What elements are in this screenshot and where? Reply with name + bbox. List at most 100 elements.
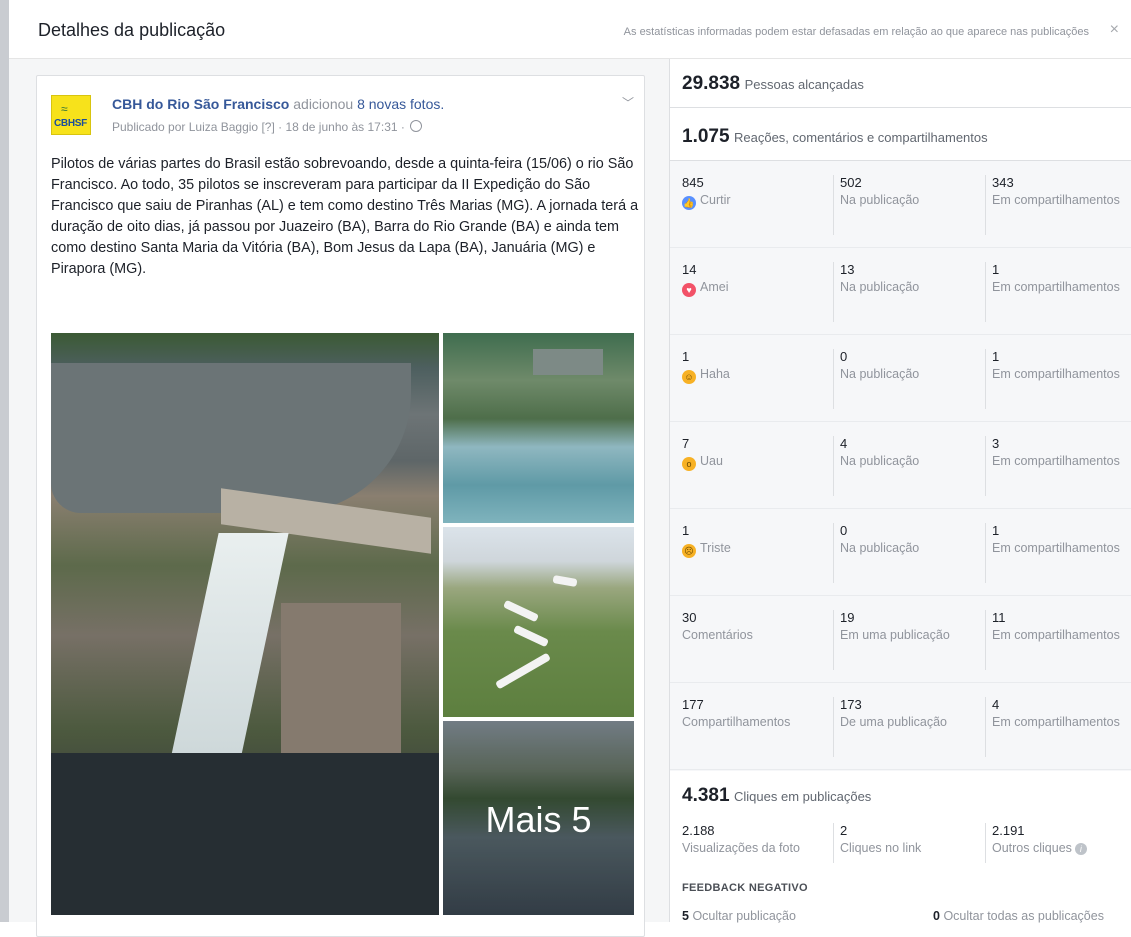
page-name-link[interactable]: CBH do Rio São Francisco	[112, 96, 289, 112]
stats-row-love: 14 ♥ Amei 13 Na publicação 1 Em compartilham…	[670, 248, 1131, 335]
photo-thumb-1[interactable]	[443, 333, 634, 523]
post-card: ≈ CBHSF CBH do Rio São Francisco adicion…	[36, 75, 645, 937]
wow-total: 7	[682, 436, 690, 451]
logo-text: CBHSF	[54, 118, 87, 129]
photo-views-label: Visualizações da foto	[682, 841, 800, 855]
shares-on-post-label: De uma publicação	[840, 715, 948, 729]
new-photos-link[interactable]: 8 novas fotos.	[357, 96, 444, 112]
photo-dam-shape	[533, 349, 603, 375]
stats-row-wow: 7 o Uau 4 Na publicação 3 Em compartilhament…	[670, 422, 1131, 509]
photo-thumb-more[interactable]: Mais 5	[443, 721, 634, 915]
like-shares-label: Em compartilhamentos	[992, 193, 1120, 207]
hide-post-value: 5	[682, 909, 689, 923]
like-on-post: 502	[840, 175, 862, 190]
reach-label: Pessoas alcançadas	[744, 77, 864, 92]
love-total: 14	[682, 262, 697, 277]
photo-plane-shape	[512, 624, 550, 648]
stats-row-haha: 1 ☺ Haha 0 Na publicação 1 Em compartilhamen…	[670, 335, 1131, 422]
wow-label: Uau	[700, 454, 723, 468]
logo-wave-icon: ≈	[61, 102, 68, 116]
link-clicks-value: 2	[840, 823, 848, 838]
stats-row-comments: 30 Comentários 19 Em uma publicação 11 Em c…	[670, 596, 1131, 683]
dialog-header: Detalhes da publicação As estatísticas i…	[9, 0, 1131, 59]
chevron-down-icon[interactable]: ﹀	[622, 94, 634, 111]
reach-value: 29.838	[682, 73, 741, 94]
post-meta-text: Publicado por Luiza Baggio [?] · 18 de j…	[112, 120, 405, 134]
comments-total: 30	[682, 610, 697, 625]
stats-row-shares: 177 Compartilhamentos 173 De uma publicaçã…	[670, 683, 1131, 770]
hide-all-label: Ocultar todas as publicações	[943, 909, 1104, 923]
page-avatar[interactable]: ≈ CBHSF	[51, 95, 91, 135]
photo-rock-shape	[281, 603, 401, 773]
close-icon[interactable]: ×	[1110, 21, 1119, 39]
stats-row-sad: 1 ☹ Triste 0 Na publicação 1 Em compartilham…	[670, 509, 1131, 596]
reach-section: 29.838 Pessoas alcançadas	[670, 59, 1131, 108]
haha-total: 1	[682, 349, 690, 364]
shares-total: 177	[682, 697, 704, 712]
shares-shares: 4	[992, 697, 1000, 712]
photo-main-dam[interactable]	[51, 333, 439, 915]
left-edge-bar	[0, 0, 9, 922]
hide-all-stat: 0 Ocultar todas as publicações	[933, 909, 1104, 923]
photo-plane-shape	[502, 599, 540, 623]
like-shares: 343	[992, 175, 1014, 190]
comments-shares: 11	[992, 610, 1006, 625]
sad-on-post-label: Na publicação	[840, 541, 920, 555]
sad-label: Triste	[700, 541, 731, 555]
post-action-text: adicionou	[293, 96, 354, 112]
clicks-label: Cliques em publicações	[734, 789, 872, 804]
hide-post-stat: 5 Ocultar publicação	[682, 909, 796, 923]
stats-delay-notice: As estatísticas informadas podem estar d…	[623, 26, 1089, 38]
more-photos-label: Mais 5	[485, 799, 592, 840]
wow-on-post: 4	[840, 436, 848, 451]
love-icon: ♥	[682, 283, 696, 297]
haha-shares-label: Em compartilhamentos	[992, 367, 1120, 381]
photo-river-shape	[51, 753, 439, 915]
comments-on-post-label: Em uma publicação	[840, 628, 950, 642]
post-preview-pane: ≈ CBHSF CBH do Rio São Francisco adicion…	[9, 59, 669, 937]
negative-feedback-title: FEEDBACK NEGATIVO	[682, 882, 808, 894]
shares-on-post: 173	[840, 697, 862, 712]
sad-shares: 1	[992, 523, 1000, 538]
stats-row-like: 845 👍 Curtir 502 Na publicação 343 Em compar…	[670, 161, 1131, 248]
like-total: 845	[682, 175, 704, 190]
engagement-section: 1.075 Reações, comentários e compartilha…	[670, 108, 1131, 161]
haha-shares: 1	[992, 349, 1000, 364]
engagement-value: 1.075	[682, 126, 730, 147]
haha-on-post-label: Na publicação	[840, 367, 920, 381]
post-author-line: CBH do Rio São Francisco adicionou 8 nov…	[112, 96, 444, 112]
love-label: Amei	[700, 280, 729, 294]
love-shares: 1	[992, 262, 1000, 277]
photo-thumb-2[interactable]	[443, 527, 634, 717]
other-clicks-value: 2.191	[992, 823, 1025, 838]
sad-icon: ☹	[682, 544, 696, 558]
sad-shares-label: Em compartilhamentos	[992, 541, 1120, 555]
like-on-post-label: Na publicação	[840, 193, 920, 207]
sad-on-post: 0	[840, 523, 848, 538]
like-icon: 👍	[682, 196, 696, 210]
wow-on-post-label: Na publicação	[840, 454, 920, 468]
hide-post-label: Ocultar publicação	[692, 909, 796, 923]
shares-shares-label: Em compartilhamentos	[992, 715, 1120, 729]
clicks-section: 4.381 Cliques em publicações 2.188 Visual…	[670, 771, 1131, 923]
haha-label: Haha	[700, 367, 730, 381]
love-shares-label: Em compartilhamentos	[992, 280, 1120, 294]
comments-shares-label: Em compartilhamentos	[992, 628, 1120, 642]
stats-pane: 29.838 Pessoas alcançadas 1.075 Reações,…	[669, 59, 1131, 923]
wow-shares: 3	[992, 436, 1000, 451]
haha-icon: ☺	[682, 370, 696, 384]
photo-views-value: 2.188	[682, 823, 715, 838]
love-on-post: 13	[840, 262, 855, 277]
info-icon[interactable]: i	[1074, 843, 1087, 855]
photo-plane-shape	[495, 652, 551, 690]
shares-label: Compartilhamentos	[682, 715, 791, 729]
photo-plane-shape	[552, 574, 578, 588]
post-meta: Publicado por Luiza Baggio [?] · 18 de j…	[112, 120, 423, 134]
sad-total: 1	[682, 523, 690, 538]
engagement-label: Reações, comentários e compartilhamentos	[734, 130, 988, 145]
love-on-post-label: Na publicação	[840, 280, 920, 294]
wow-shares-label: Em compartilhamentos	[992, 454, 1120, 468]
like-label: Curtir	[700, 193, 731, 207]
haha-on-post: 0	[840, 349, 848, 364]
clicks-value: 4.381	[682, 785, 730, 806]
